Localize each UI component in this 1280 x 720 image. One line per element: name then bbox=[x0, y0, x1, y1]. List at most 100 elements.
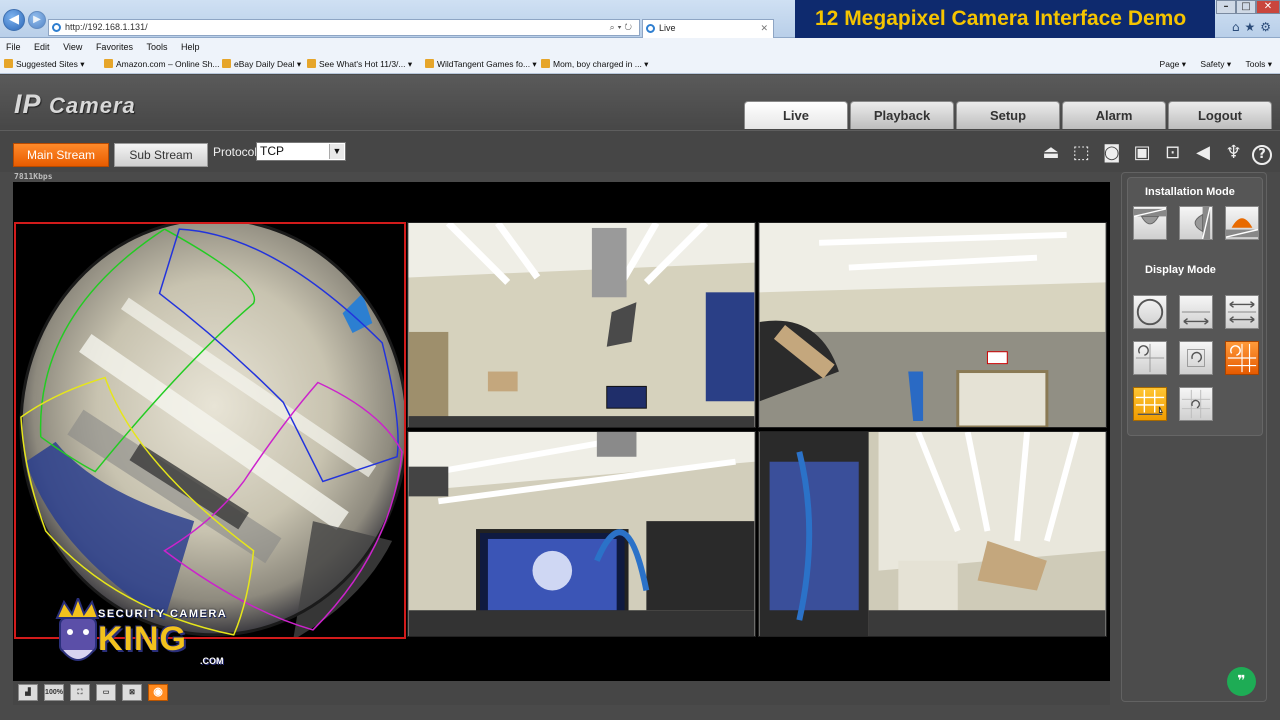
dewarp-image-2 bbox=[759, 223, 1106, 427]
tab-logout[interactable]: Logout bbox=[1168, 101, 1272, 129]
link-icon bbox=[541, 59, 550, 68]
eye-icon[interactable]: ◉ bbox=[148, 684, 168, 701]
record-icon[interactable]: ⊡ bbox=[1161, 141, 1185, 165]
video-area[interactable]: SECURITY CAMERA KING .COM bbox=[13, 182, 1110, 681]
window-layout-icon[interactable]: ▟ bbox=[18, 684, 38, 701]
forward-button[interactable]: ▶ bbox=[28, 11, 46, 29]
dual-panorama-icon bbox=[1227, 301, 1257, 323]
rotate-quad-icon bbox=[1135, 343, 1165, 373]
tab-close-icon[interactable]: ✕ bbox=[760, 20, 768, 37]
cmd-safety[interactable]: Safety ▾ bbox=[1200, 59, 1231, 69]
rotate-grid-icon bbox=[1227, 343, 1257, 373]
circle-view-icon bbox=[1136, 298, 1164, 326]
bitrate-readout: 7811Kbps bbox=[14, 172, 53, 181]
link-icon bbox=[104, 59, 113, 68]
address-bar[interactable]: http://192.168.1.131/ ⌕▾↻ bbox=[48, 19, 640, 36]
ie-page-icon bbox=[52, 23, 61, 32]
browser-home-fav-tools-icons[interactable]: ⌂★⚙ bbox=[1232, 20, 1276, 34]
menu-tools[interactable]: Tools bbox=[140, 38, 172, 52]
back-button[interactable]: ◀ bbox=[3, 9, 25, 31]
menu-edit[interactable]: Edit bbox=[28, 38, 55, 52]
watermark-suffix-text: .COM bbox=[200, 656, 224, 666]
watermark-main-text: KING bbox=[98, 620, 187, 658]
favorites-bar: Suggested Sites ▾ Amazon.com – Online Sh… bbox=[0, 56, 1280, 74]
fav-news[interactable]: Mom, boy charged in ... ▾ bbox=[541, 59, 648, 70]
menu-bar: File Edit View Favorites Tools Help bbox=[0, 38, 1280, 56]
link-icon bbox=[307, 59, 316, 68]
install-ground-button[interactable] bbox=[1225, 206, 1259, 240]
speaker-icon[interactable]: ◀ bbox=[1191, 141, 1215, 165]
panorama-icon bbox=[1181, 311, 1211, 325]
display-dual-panorama-button[interactable] bbox=[1225, 295, 1259, 329]
install-ceiling-button[interactable] bbox=[1133, 206, 1167, 240]
fav-ebay[interactable]: eBay Daily Deal ▾ bbox=[222, 59, 301, 70]
install-wall-button[interactable] bbox=[1179, 206, 1213, 240]
alarm-bell-icon[interactable]: ⏏ bbox=[1039, 141, 1063, 165]
dewarp-image-4 bbox=[759, 432, 1106, 636]
dewarp-image-3 bbox=[408, 432, 755, 636]
display-fisheye-button[interactable] bbox=[1133, 295, 1167, 329]
fit-screen-icon[interactable]: ⛶ bbox=[70, 684, 90, 701]
command-bar: Page ▾ Safety ▾ Tools ▾ bbox=[1148, 59, 1272, 70]
fullscreen-icon[interactable]: ⊠ bbox=[122, 684, 142, 701]
protocol-select[interactable]: TCP ▼ bbox=[256, 142, 346, 161]
cmd-page[interactable]: Page ▾ bbox=[1160, 59, 1186, 69]
tab-playback[interactable]: Playback bbox=[850, 101, 954, 129]
tab-live[interactable]: Live bbox=[744, 101, 848, 129]
display-panorama-button[interactable] bbox=[1179, 295, 1213, 329]
address-tools-icon[interactable]: ⌕▾↻ bbox=[610, 20, 635, 35]
help-icon[interactable]: ? bbox=[1252, 145, 1272, 165]
wall-mount-icon bbox=[1194, 207, 1211, 239]
minimize-button[interactable]: – bbox=[1216, 0, 1236, 14]
menu-view[interactable]: View bbox=[57, 38, 87, 52]
microphone-icon[interactable]: ♆ bbox=[1222, 141, 1246, 165]
sub-stream-button[interactable]: Sub Stream bbox=[114, 143, 208, 167]
picture-icon[interactable]: ▣ bbox=[1130, 141, 1154, 165]
video-bottom-bar: ▟ 100% ⛶ ▭ ⊠ ◉ bbox=[13, 681, 1110, 705]
star-icon bbox=[4, 59, 13, 68]
browser-tab-live[interactable]: Live ✕ bbox=[642, 19, 774, 38]
fav-amazon[interactable]: Amazon.com – Online Sh... bbox=[104, 59, 219, 69]
menu-file[interactable]: File bbox=[0, 38, 26, 52]
quad-grid-icon bbox=[1135, 389, 1165, 416]
address-text: http://192.168.1.131/ bbox=[65, 22, 148, 32]
cmd-tools[interactable]: Tools ▾ bbox=[1246, 59, 1272, 69]
tab-alarm[interactable]: Alarm bbox=[1062, 101, 1166, 129]
link-icon bbox=[222, 59, 231, 68]
tab-title: Live bbox=[659, 23, 676, 33]
fav-wildtangent[interactable]: WildTangent Games fo... ▾ bbox=[425, 59, 537, 70]
dewarp-view-2[interactable] bbox=[758, 222, 1107, 428]
display-quad-panorama-button[interactable] bbox=[1133, 387, 1167, 421]
fav-suggested-sites[interactable]: Suggested Sites ▾ bbox=[4, 59, 85, 70]
tab-setup[interactable]: Setup bbox=[956, 101, 1060, 129]
display-1p4-button[interactable] bbox=[1225, 341, 1259, 375]
zoom-region-icon[interactable]: ⬚ bbox=[1069, 141, 1093, 165]
fisheye-view[interactable] bbox=[14, 222, 406, 639]
menu-help[interactable]: Help bbox=[175, 38, 205, 52]
security-camera-king-watermark: SECURITY CAMERA KING .COM bbox=[38, 594, 238, 674]
watermark-top-text: SECURITY CAMERA bbox=[98, 608, 228, 620]
display-1p3-button[interactable] bbox=[1133, 341, 1167, 375]
fav-whats-hot[interactable]: See What's Hot 11/3/... ▾ bbox=[307, 59, 412, 70]
ip-camera-logo: IP Camera bbox=[14, 89, 136, 119]
maximize-button[interactable]: □ bbox=[1236, 0, 1256, 14]
close-window-button[interactable]: ✕ bbox=[1256, 0, 1280, 14]
display-mode-heading: Display Mode bbox=[1145, 264, 1216, 276]
ground-mount-icon bbox=[1226, 218, 1258, 238]
dewarp-view-1[interactable] bbox=[407, 222, 756, 428]
fisheye-mode-group: Installation Mode Display Mode bbox=[1127, 177, 1263, 436]
dewarp-view-4[interactable] bbox=[758, 431, 1107, 637]
ie-tab-icon bbox=[646, 24, 655, 33]
main-stream-button[interactable]: Main Stream bbox=[13, 143, 109, 167]
king-mascot-icon bbox=[55, 598, 100, 661]
dewarp-image-1 bbox=[408, 223, 755, 427]
dewarp-view-3[interactable] bbox=[407, 431, 756, 637]
browser-address-row: ◀ ▶ http://192.168.1.131/ ⌕▾↻ Live ✕ 12 … bbox=[0, 0, 1280, 38]
aspect-ratio-icon[interactable]: ▭ bbox=[96, 684, 116, 701]
zoom-100-button[interactable]: 100% bbox=[44, 684, 64, 701]
menu-favorites[interactable]: Favorites bbox=[90, 38, 138, 52]
display-1p8-button[interactable] bbox=[1179, 387, 1213, 421]
snapshot-icon[interactable]: ◙ bbox=[1100, 141, 1124, 165]
display-1p2-button[interactable] bbox=[1179, 341, 1213, 375]
chat-bubble-button[interactable]: ❞ bbox=[1227, 667, 1256, 696]
